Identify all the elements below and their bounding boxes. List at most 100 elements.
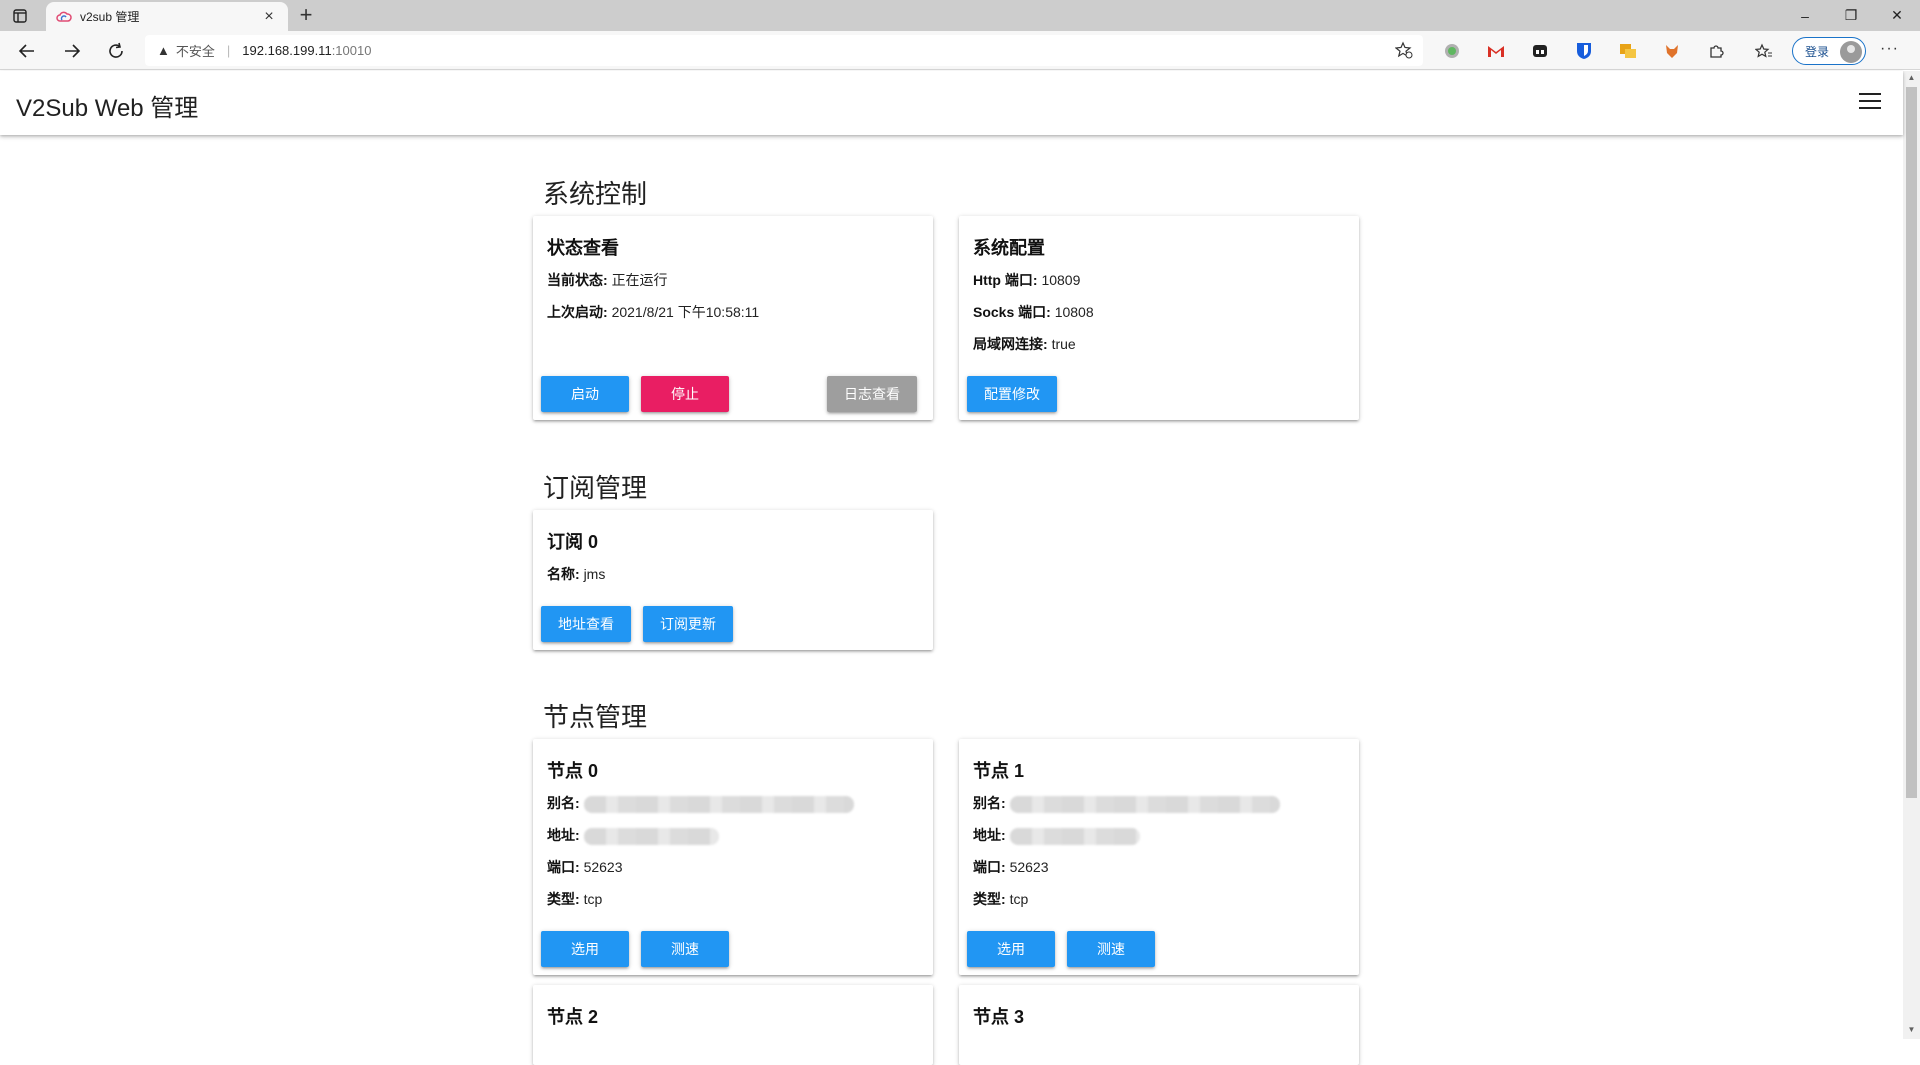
subscription-name-value: jms [583, 566, 606, 582]
status-card: 状态查看 当前状态: 正在运行 上次启动: 2021/8/21 下午10:58:… [533, 216, 933, 420]
back-icon[interactable] [15, 39, 39, 63]
restore-button[interactable]: ❐ [1828, 0, 1874, 31]
speed-test-button[interactable]: 测速 [1067, 931, 1155, 967]
scroll-up-icon[interactable]: ▲ [1905, 73, 1918, 85]
more-menu-icon[interactable]: ··· [1880, 40, 1899, 58]
subscription-name-row: 名称: jms [547, 564, 605, 584]
node-alias-row: 别名: [973, 793, 1280, 813]
menu-icon[interactable] [1859, 93, 1881, 113]
last-start-row: 上次启动: 2021/8/21 下午10:58:11 [547, 302, 759, 322]
node-title: 节点 2 [547, 1007, 599, 1027]
node-port-label: 端口: [547, 859, 580, 875]
current-state-value: 正在运行 [611, 272, 668, 288]
node-port-value: 52623 [583, 859, 623, 875]
url-host: 192.168.199.11 [242, 43, 332, 58]
avatar-icon [1840, 41, 1862, 63]
node-alias-row: 别名: [547, 793, 854, 813]
add-favorite-icon[interactable] [1394, 41, 1413, 62]
cloud-favicon-icon [56, 11, 72, 22]
login-button[interactable]: 登录 [1792, 37, 1866, 65]
insecure-label: 不安全 [175, 44, 215, 59]
subscription-card: 订阅 0 名称: jms 地址查看 订阅更新 [533, 510, 933, 650]
fox-icon[interactable] [1662, 41, 1682, 61]
reader-icon[interactable] [1530, 41, 1550, 61]
scroll-down-icon[interactable]: ▼ [1905, 1025, 1918, 1037]
system-section-title: 系统控制 [543, 179, 648, 209]
warning-icon: ▲ [157, 43, 170, 58]
node-port-value: 52623 [1009, 859, 1049, 875]
socks-port-row: Socks 端口: 10808 [973, 302, 1094, 322]
close-window-button[interactable]: ✕ [1874, 0, 1920, 31]
node-type-value: tcp [583, 891, 603, 907]
node-type-label: 类型: [547, 891, 580, 907]
nodes-section-title: 节点管理 [543, 702, 648, 732]
scrollbar-thumb[interactable] [1906, 87, 1917, 798]
tab-actions-icon[interactable] [10, 6, 30, 26]
browser-tab-bar: v2sub 管理 × + – ❐ ✕ [0, 0, 1920, 31]
socks-port-value: 10808 [1054, 304, 1094, 320]
new-tab-button[interactable]: + [294, 2, 318, 28]
view-address-button[interactable]: 地址查看 [541, 606, 631, 642]
node-type-value: tcp [1009, 891, 1029, 907]
current-state-label: 当前状态: [547, 272, 608, 288]
stop-button[interactable]: 停止 [641, 376, 729, 412]
app-title: V2Sub Web 管理 [16, 95, 199, 122]
extensions-icon[interactable] [1706, 41, 1726, 61]
select-node-button[interactable]: 选用 [541, 931, 629, 967]
tab-title: v2sub 管理 [80, 10, 140, 24]
gmail-icon[interactable] [1486, 41, 1506, 61]
start-button[interactable]: 启动 [541, 376, 629, 412]
forward-icon[interactable] [60, 39, 84, 63]
node-card: 节点 1 别名: 地址: 端口: 52623 类型: tcp 选用 测速 [959, 739, 1359, 975]
node-address-row: 地址: [547, 825, 719, 845]
translate-icon[interactable] [1618, 41, 1638, 61]
lan-value: true [1051, 336, 1076, 352]
node-address-label: 地址: [973, 827, 1006, 843]
node-address-label: 地址: [547, 827, 580, 843]
http-port-value: 10809 [1041, 272, 1081, 288]
address-separator: | [226, 43, 231, 58]
lan-row: 局域网连接: true [973, 334, 1076, 354]
node-port-label: 端口: [973, 859, 1006, 875]
node-type-row: 类型: tcp [973, 889, 1028, 909]
node-port-row: 端口: 52623 [973, 857, 1049, 877]
green-circle-icon[interactable] [1442, 41, 1462, 61]
favorites-icon[interactable] [1754, 41, 1774, 61]
subscriptions-section-title: 订阅管理 [543, 473, 648, 503]
bitwarden-icon[interactable] [1574, 41, 1594, 61]
config-card-title: 系统配置 [973, 238, 1045, 258]
last-start-label: 上次启动: [547, 304, 608, 320]
http-port-row: Http 端口: 10809 [973, 270, 1080, 290]
node-card: 节点 2 [533, 985, 933, 1065]
url-port: :10010 [331, 43, 372, 58]
node-title: 节点 1 [973, 761, 1025, 781]
update-subscription-button[interactable]: 订阅更新 [643, 606, 733, 642]
node-title: 节点 0 [547, 761, 599, 781]
log-view-button[interactable]: 日志查看 [827, 376, 917, 412]
lan-label: 局域网连接: [973, 336, 1048, 352]
speed-test-button[interactable]: 测速 [641, 931, 729, 967]
redacted-address [583, 827, 719, 845]
node-type-label: 类型: [973, 891, 1006, 907]
subscription-title: 订阅 0 [547, 532, 599, 552]
http-port-label: Http 端口: [973, 272, 1038, 288]
node-port-row: 端口: 52623 [547, 857, 623, 877]
current-state-row: 当前状态: 正在运行 [547, 270, 668, 290]
node-title: 节点 3 [973, 1007, 1025, 1027]
app-header: V2Sub Web 管理 [0, 71, 1903, 135]
browser-tab[interactable]: v2sub 管理 × [46, 2, 288, 31]
node-card: 节点 0 别名: 地址: 端口: 52623 类型: tcp 选用 测速 [533, 739, 933, 975]
select-node-button[interactable]: 选用 [967, 931, 1055, 967]
address-bar[interactable]: ▲ 不安全 | 192.168.199.11:10010 [145, 35, 1423, 66]
config-card: 系统配置 Http 端口: 10809 Socks 端口: 10808 局域网连… [959, 216, 1359, 420]
refresh-icon[interactable] [104, 39, 128, 63]
edit-config-button[interactable]: 配置修改 [967, 376, 1057, 412]
minimize-button[interactable]: – [1782, 0, 1828, 31]
status-card-title: 状态查看 [547, 238, 619, 258]
tab-close-icon[interactable]: × [260, 8, 278, 26]
login-label: 登录 [1805, 44, 1830, 59]
redacted-alias [1009, 795, 1280, 813]
node-type-row: 类型: tcp [547, 889, 602, 909]
last-start-value: 2021/8/21 下午10:58:11 [611, 304, 760, 320]
redacted-alias [583, 795, 854, 813]
